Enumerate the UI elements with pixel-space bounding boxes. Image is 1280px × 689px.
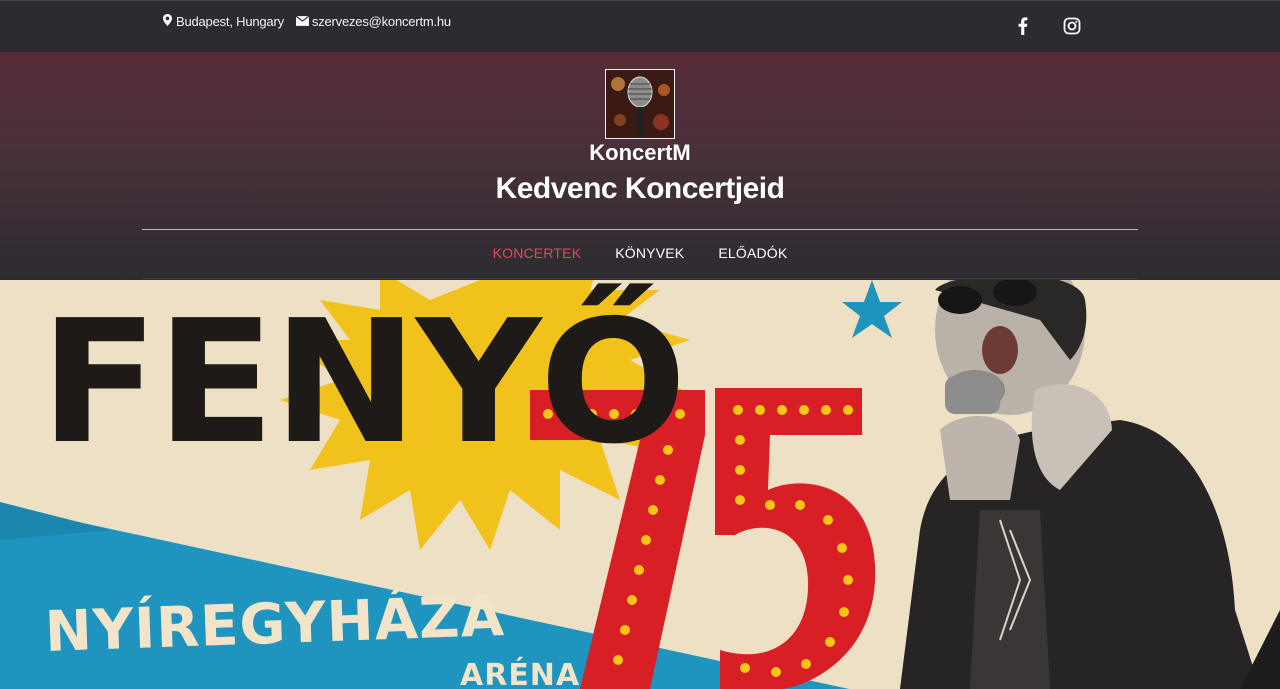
header-divider (142, 229, 1138, 230)
instagram-icon[interactable] (1063, 17, 1081, 35)
star-blue-shape (842, 280, 902, 338)
site-header: KoncertM Kedvenc Koncertjeid KONCERTEK K… (0, 52, 1280, 280)
site-tagline: Kedvenc Koncertjeid (495, 172, 785, 205)
contact-info: Budapest, Hungary szervezes@koncertm.hu (162, 14, 451, 29)
location-text: Budapest, Hungary (176, 14, 284, 29)
hero-banner[interactable]: FENYŐ NYÍREGYHÁZA ARÉNA (0, 280, 1280, 689)
nav-item-konyvek[interactable]: KÖNYVEK (615, 245, 684, 261)
banner-venue: ARÉNA (460, 658, 581, 689)
banner-artist-name: FENYŐ (40, 284, 687, 482)
map-marker-icon (162, 14, 173, 29)
location-item: Budapest, Hungary (162, 14, 284, 29)
singer-figure-shape (900, 280, 1280, 689)
nav-item-koncertek[interactable]: KONCERTEK (493, 245, 582, 261)
main-nav: KONCERTEK KÖNYVEK ELŐADÓK (0, 245, 1280, 261)
envelope-icon (295, 14, 310, 29)
social-links (1014, 17, 1081, 35)
microphone-logo-icon (606, 70, 674, 138)
nav-divider (142, 278, 1138, 279)
nav-item-eloadok[interactable]: ELŐADÓK (718, 245, 787, 261)
email-item[interactable]: szervezes@koncertm.hu (295, 14, 451, 29)
site-logo[interactable] (605, 69, 675, 139)
email-link[interactable]: szervezes@koncertm.hu (312, 14, 451, 29)
top-bar: Budapest, Hungary szervezes@koncertm.hu (0, 0, 1280, 52)
facebook-icon[interactable] (1014, 17, 1032, 35)
brand-name[interactable]: KoncertM (0, 140, 1280, 166)
